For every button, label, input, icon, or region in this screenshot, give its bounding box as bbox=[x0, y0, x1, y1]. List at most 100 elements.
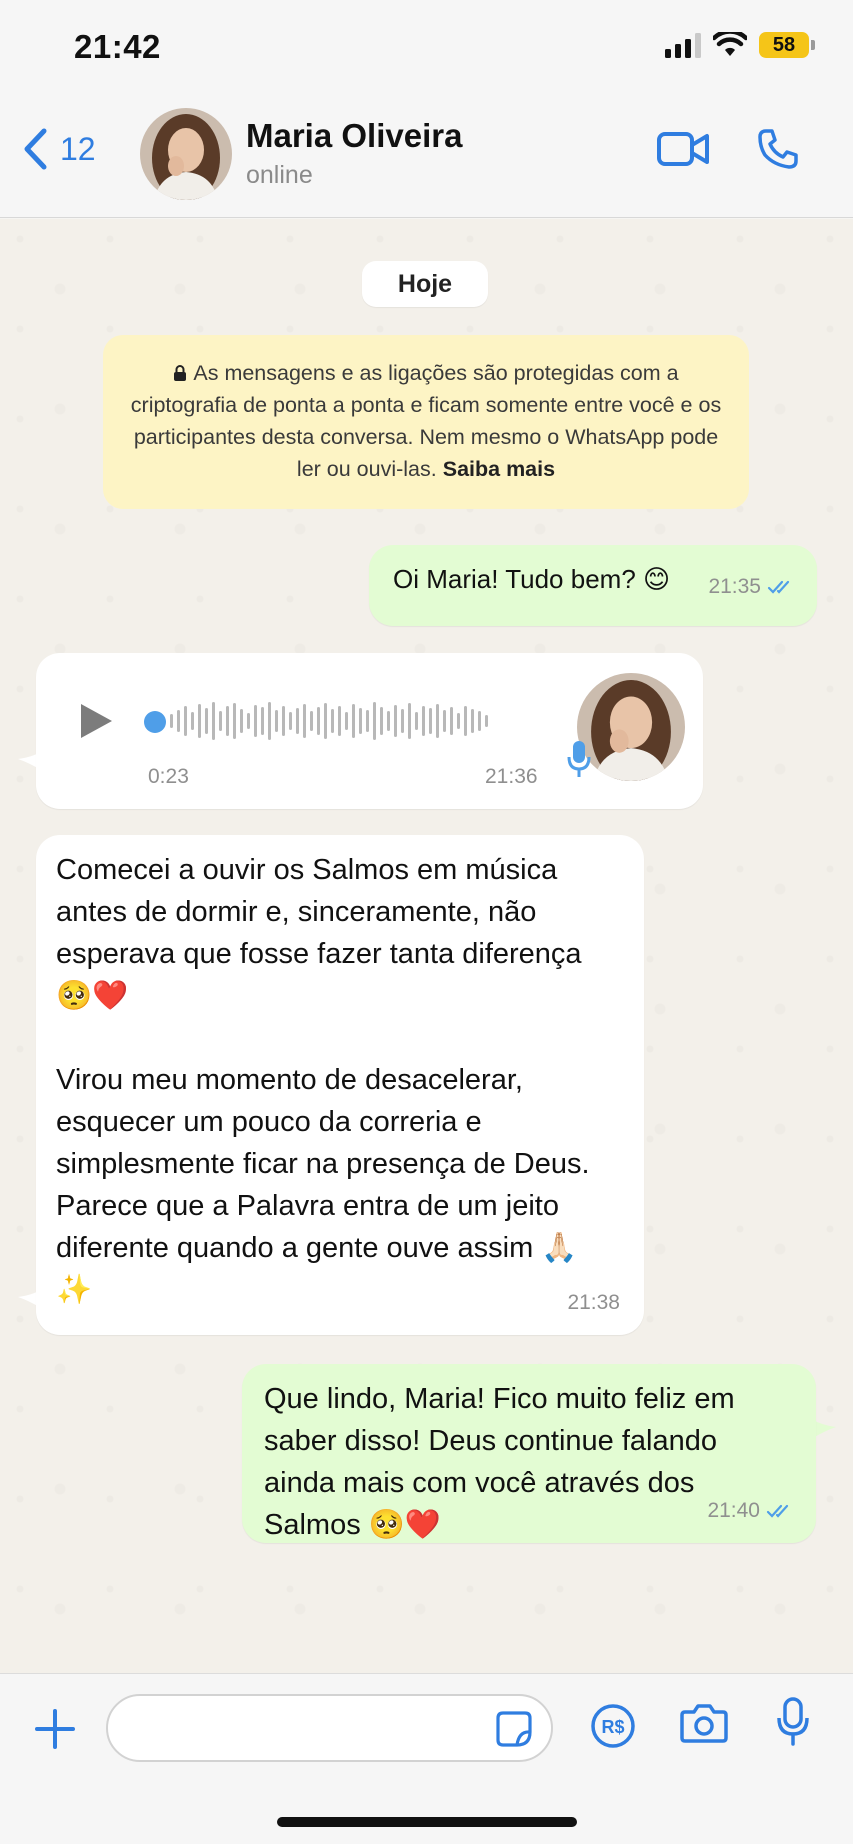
contact-name[interactable]: Maria Oliveira bbox=[246, 117, 462, 155]
status-time: 21:42 bbox=[74, 28, 161, 65]
sticker-icon bbox=[496, 1711, 532, 1747]
waveform-bar bbox=[422, 706, 425, 736]
wifi-icon bbox=[713, 32, 747, 56]
message-time: 21:40 bbox=[707, 1499, 760, 1522]
play-icon bbox=[81, 704, 112, 738]
waveform-bar bbox=[352, 704, 355, 738]
waveform-bar bbox=[226, 706, 229, 736]
waveform-bar bbox=[478, 711, 481, 731]
waveform-bar bbox=[359, 708, 362, 734]
waveform-bar bbox=[338, 706, 341, 736]
waveform-bar bbox=[443, 710, 446, 732]
waveform-bar bbox=[317, 707, 320, 735]
outgoing-message[interactable]: Oi Maria! Tudo bem? 😊 21:35 bbox=[369, 545, 817, 626]
waveform-bar bbox=[394, 705, 397, 737]
waveform-bar bbox=[373, 702, 376, 740]
waveform-bar bbox=[170, 714, 173, 728]
chat-area: Hoje As mensagens e as ligações são prot… bbox=[0, 219, 853, 1673]
waveform-bar bbox=[177, 710, 180, 732]
waveform-bar bbox=[366, 710, 369, 732]
message-input[interactable] bbox=[128, 1704, 488, 1752]
status-icons: 58 bbox=[665, 32, 815, 58]
play-button[interactable] bbox=[78, 701, 114, 746]
chevron-left-icon bbox=[24, 128, 47, 170]
attach-button[interactable] bbox=[34, 1708, 76, 1755]
phone-icon bbox=[758, 129, 798, 169]
waveform-bar bbox=[324, 703, 327, 739]
encryption-notice[interactable]: As mensagens e as ligações são protegida… bbox=[103, 335, 749, 509]
chat-header: 12 Maria Oliveira online bbox=[0, 95, 853, 218]
sender-avatar[interactable] bbox=[577, 673, 685, 781]
back-button[interactable]: 12 bbox=[22, 127, 96, 171]
payment-icon: R$ bbox=[591, 1704, 635, 1748]
voice-progress-thumb[interactable] bbox=[144, 711, 166, 733]
waveform-bar bbox=[408, 703, 411, 739]
message-time: 21:35 bbox=[708, 575, 761, 598]
microphone-icon bbox=[777, 1697, 809, 1746]
encryption-text: As mensagens e as ligações são protegida… bbox=[130, 361, 722, 481]
waveform-bar bbox=[219, 711, 222, 731]
waveform-bar bbox=[247, 713, 250, 729]
voice-message[interactable]: 0:23 21:36 bbox=[36, 653, 703, 809]
voice-call-button[interactable] bbox=[756, 127, 800, 176]
waveform-bar bbox=[331, 709, 334, 733]
waveform-bar bbox=[464, 706, 467, 736]
waveform-bar bbox=[268, 702, 271, 740]
svg-text:R$: R$ bbox=[601, 1717, 624, 1737]
waveform-bar bbox=[240, 709, 243, 733]
voice-duration: 0:23 bbox=[148, 765, 189, 788]
status-bar: 21:42 58 bbox=[0, 0, 853, 95]
waveform-bar bbox=[401, 709, 404, 733]
incoming-message[interactable]: Comecei a ouvir os Salmos em música ante… bbox=[36, 835, 644, 1335]
learn-more-link[interactable]: Saiba mais bbox=[443, 457, 555, 481]
microphone-icon bbox=[567, 741, 591, 777]
waveform-bar bbox=[471, 709, 474, 733]
waveform-bar bbox=[296, 708, 299, 734]
message-text: Oi Maria! Tudo bem? 😊 bbox=[393, 564, 671, 594]
message-text: Que lindo, Maria! Fico muito feliz em sa… bbox=[264, 1383, 743, 1541]
message-time: 21:36 bbox=[485, 765, 538, 788]
battery-icon: 58 bbox=[759, 32, 815, 58]
payment-button[interactable]: R$ bbox=[590, 1703, 636, 1754]
read-ticks-icon bbox=[767, 580, 790, 594]
waveform-bar bbox=[429, 708, 432, 734]
home-indicator[interactable] bbox=[277, 1817, 577, 1827]
outgoing-message[interactable]: Que lindo, Maria! Fico muito feliz em sa… bbox=[242, 1364, 816, 1543]
waveform-bar bbox=[415, 712, 418, 730]
signal-icon bbox=[665, 32, 701, 58]
waveform-bar bbox=[254, 705, 257, 737]
video-call-icon bbox=[657, 132, 709, 166]
sticker-button[interactable] bbox=[495, 1710, 533, 1753]
waveform-bar bbox=[191, 712, 194, 730]
contact-status: online bbox=[246, 161, 313, 189]
waveform-bar bbox=[310, 711, 313, 731]
waveform-bar bbox=[275, 710, 278, 732]
waveform-bar bbox=[387, 711, 390, 731]
waveform-bar bbox=[205, 708, 208, 734]
message-text: Comecei a ouvir os Salmos em música ante… bbox=[56, 854, 590, 1306]
input-bar: R$ bbox=[0, 1673, 853, 1844]
waveform-bar bbox=[380, 707, 383, 735]
camera-button[interactable] bbox=[680, 1702, 728, 1749]
unread-count: 12 bbox=[60, 130, 96, 167]
waveform-bar bbox=[485, 715, 488, 727]
waveform-bar bbox=[184, 706, 187, 736]
video-call-button[interactable] bbox=[656, 130, 710, 173]
read-ticks-icon bbox=[766, 1504, 789, 1518]
waveform-bar bbox=[212, 702, 215, 740]
voice-waveform[interactable] bbox=[170, 701, 582, 741]
avatar[interactable] bbox=[140, 108, 232, 200]
message-field[interactable] bbox=[106, 1694, 553, 1762]
lock-icon bbox=[174, 365, 187, 381]
message-meta: 21:38 bbox=[567, 1291, 620, 1315]
waveform-bar bbox=[198, 704, 201, 738]
camera-icon bbox=[680, 1704, 728, 1743]
message-time: 21:38 bbox=[567, 1291, 620, 1314]
plus-icon bbox=[35, 1709, 75, 1749]
voice-record-button[interactable] bbox=[775, 1696, 811, 1753]
message-meta: 21:35 bbox=[708, 575, 795, 599]
waveform-bar bbox=[450, 707, 453, 735]
waveform-bar bbox=[289, 712, 292, 730]
waveform-bar bbox=[261, 707, 264, 735]
battery-level: 58 bbox=[759, 32, 809, 58]
